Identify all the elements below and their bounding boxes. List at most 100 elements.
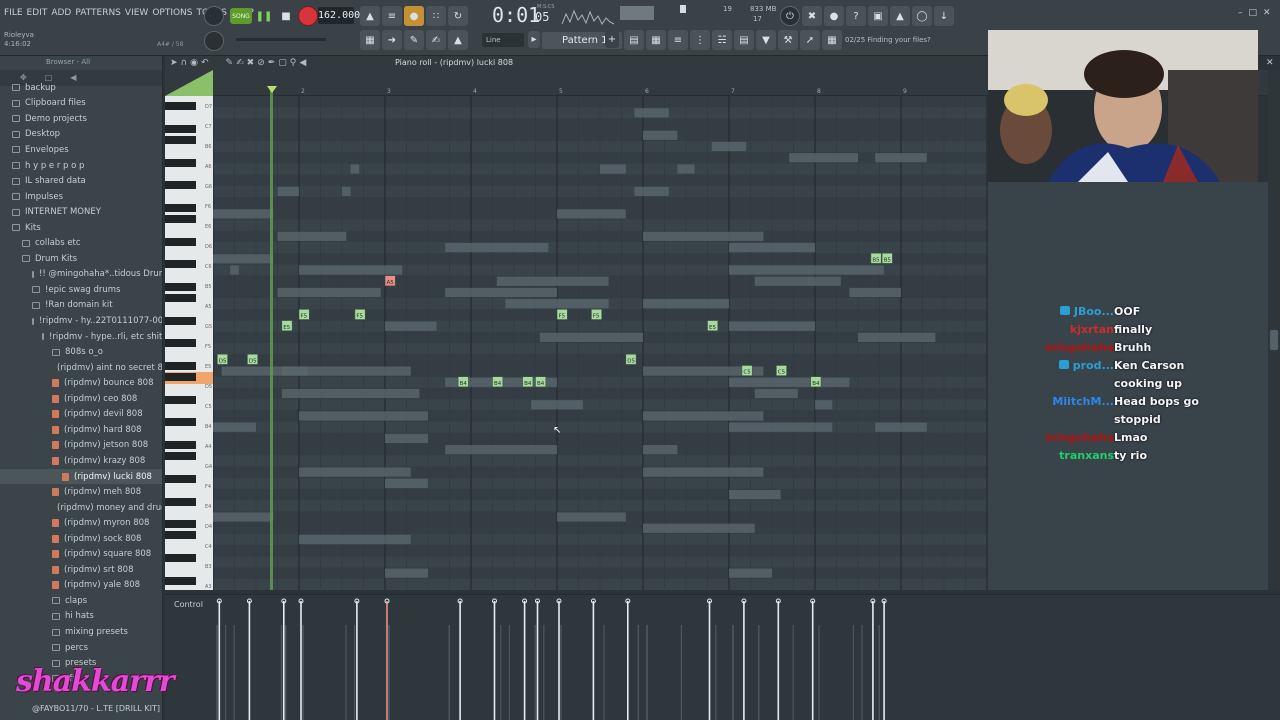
- add-pattern-icon[interactable]: +: [605, 31, 619, 48]
- chat-username[interactable]: mingohaha: [1045, 341, 1114, 354]
- browser-folder-item[interactable]: !ripdmv - hy..22T0111077-001: [0, 313, 162, 329]
- mixer-icon[interactable]: ⋮: [690, 30, 710, 50]
- chat-username[interactable]: JBoo...: [1059, 305, 1114, 318]
- download-icon[interactable]: ↓: [934, 6, 954, 26]
- black-key[interactable]: [165, 474, 196, 483]
- record-audio-icon[interactable]: ▦: [822, 30, 842, 50]
- record-button[interactable]: [298, 6, 318, 26]
- browser-folder-item[interactable]: INTERNET MONEY: [0, 204, 162, 220]
- piano-keyboard[interactable]: D7 C7 B6 A6 G6 F6 E6 D6 C6 B5 A5 G5 F5 E5 D5 C5 B4 A4 G4 F4…: [165, 96, 213, 590]
- window-controls[interactable]: –□✕: [1238, 8, 1277, 18]
- browser-folder-item[interactable]: Clipboard files: [0, 96, 162, 112]
- black-key[interactable]: [165, 158, 196, 167]
- browser-icon[interactable]: ▤: [734, 30, 754, 50]
- chat-username[interactable]: MiitchM...: [1052, 395, 1114, 408]
- wait-input-icon[interactable]: ≡: [382, 6, 402, 26]
- black-key[interactable]: [165, 520, 196, 529]
- black-key[interactable]: [165, 418, 196, 427]
- metronome-icon[interactable]: ▲: [360, 6, 380, 26]
- browser-folder-item[interactable]: Demo projects: [0, 111, 162, 127]
- channel-rack-icon[interactable]: ≡: [668, 30, 688, 50]
- browser-file-item[interactable]: (ripdmv) aint no secret 808: [0, 360, 162, 376]
- browser-file-item[interactable]: (ripdmv) money and drugs 808: [0, 500, 162, 516]
- pitch-slider[interactable]: [236, 38, 326, 41]
- browser-folder-item[interactable]: backup: [0, 80, 162, 96]
- plugin-picker-icon[interactable]: ✖: [802, 6, 822, 26]
- black-key[interactable]: [165, 102, 196, 110]
- stop-button[interactable]: ■: [276, 6, 296, 26]
- browser-file-item[interactable]: (ripdmv) sock 808: [0, 531, 162, 547]
- pr-pencil-icon[interactable]: ✎: [226, 58, 234, 68]
- pattern-prev-icon[interactable]: ▸: [528, 31, 540, 48]
- black-key[interactable]: [165, 576, 196, 585]
- browser-folder-item[interactable]: Envelopes: [0, 142, 162, 158]
- stamp-icon[interactable]: ▲: [448, 30, 468, 50]
- black-key[interactable]: [165, 441, 196, 449]
- pr-select-icon[interactable]: ▢: [278, 58, 287, 68]
- browser-folder-item[interactable]: Kits: [0, 220, 162, 236]
- chat-username[interactable]: prod...: [1058, 359, 1114, 372]
- black-key[interactable]: [165, 181, 196, 190]
- black-key[interactable]: [165, 215, 196, 223]
- browser-file-item[interactable]: (ripdmv) yale 808: [0, 578, 162, 594]
- browser-folder-item[interactable]: Desktop: [0, 127, 162, 143]
- pr-magnet-icon[interactable]: ∩: [181, 58, 188, 68]
- browser-folder-item[interactable]: percs: [0, 640, 162, 656]
- browser-folder-item[interactable]: mixing presets: [0, 624, 162, 640]
- browser-folder-item[interactable]: Drum Kits: [0, 251, 162, 267]
- snap-selector[interactable]: Line: [482, 33, 524, 47]
- help-icon[interactable]: ?: [846, 6, 866, 26]
- pr-speaker-icon[interactable]: ◀: [299, 58, 306, 68]
- piano-roll-icon[interactable]: ▦: [646, 30, 666, 50]
- black-key[interactable]: [165, 554, 196, 562]
- browser-folder-item[interactable]: hi hats: [0, 609, 162, 625]
- piano-roll-close-icon[interactable]: ✕: [1266, 58, 1274, 68]
- control-lane-label[interactable]: Control: [174, 600, 203, 609]
- browser-file-item[interactable]: (ripdmv) devil 808: [0, 407, 162, 423]
- playlist-icon[interactable]: ▤: [624, 30, 644, 50]
- loop-record-icon[interactable]: ↻: [448, 6, 468, 26]
- tools-icon[interactable]: ⚒: [778, 30, 798, 50]
- pr-arrow-icon[interactable]: ➤: [170, 58, 178, 68]
- menu-item-view[interactable]: VIEW: [125, 8, 148, 18]
- note-grid[interactable]: D5 D5 E5 F5 F5 A5 B4 B4 B4 B4 F5 F5 D5 E5 C5 C5 B4 B5 B5: [213, 96, 988, 590]
- master-pitch-knob[interactable]: [204, 6, 224, 26]
- browser-file-item[interactable]: (ripdmv) krazy 808: [0, 453, 162, 469]
- browser-file-item[interactable]: (ripdmv) ceo 808: [0, 391, 162, 407]
- browser-folder-item[interactable]: !epic swag drums: [0, 282, 162, 298]
- browser-file-item[interactable]: (ripdmv) square 808: [0, 547, 162, 563]
- browser-file-item[interactable]: (ripdmv) jetson 808: [0, 438, 162, 454]
- chat-username[interactable]: tranxans: [1059, 449, 1114, 462]
- plugin-icon[interactable]: ▼: [756, 30, 776, 50]
- black-key[interactable]: [165, 237, 196, 246]
- browser-folder-item[interactable]: 808s o_o: [0, 344, 162, 360]
- song-position-display[interactable]: 0:01: [492, 3, 540, 27]
- pr-slice-icon[interactable]: ✒: [268, 58, 276, 68]
- arrow-icon[interactable]: ➜: [382, 30, 402, 50]
- black-key[interactable]: [165, 135, 196, 144]
- pr-playback-icon[interactable]: ◉: [190, 58, 198, 68]
- black-key[interactable]: [165, 124, 196, 133]
- song-mode-button[interactable]: SONG: [230, 8, 252, 24]
- browser-folder-item[interactable]: claps: [0, 593, 162, 609]
- event-control-lane[interactable]: Control: [165, 594, 1280, 720]
- browser-bottom-item[interactable]: @FAYBO11/70 - L.TE [DRILL KIT]: [32, 704, 160, 713]
- black-key[interactable]: [165, 282, 196, 291]
- browser-file-item[interactable]: (ripdmv) hard 808: [0, 422, 162, 438]
- render-icon[interactable]: ➚: [800, 30, 820, 50]
- black-key[interactable]: [165, 294, 196, 303]
- browser-folder-item[interactable]: !Ran domain kit: [0, 298, 162, 314]
- pr-undo-icon[interactable]: ↶: [201, 58, 209, 68]
- black-key[interactable]: [165, 260, 196, 269]
- browser-file-item[interactable]: (ripdmv) meh 808: [0, 484, 162, 500]
- black-key[interactable]: [165, 531, 196, 540]
- browser-folder-item[interactable]: IL shared data: [0, 173, 162, 189]
- black-key[interactable]: [165, 203, 196, 212]
- main-volume-knob[interactable]: [204, 31, 224, 51]
- menu-item-patterns[interactable]: PATTERNS: [75, 8, 121, 18]
- pr-delete-icon[interactable]: ✖: [247, 58, 255, 68]
- pr-zoom-icon[interactable]: ⚲: [290, 58, 297, 68]
- power-icon[interactable]: ⏻: [780, 6, 800, 26]
- microphone-icon[interactable]: ●: [824, 6, 844, 26]
- browser-file-item[interactable]: (ripdmv) myron 808: [0, 515, 162, 531]
